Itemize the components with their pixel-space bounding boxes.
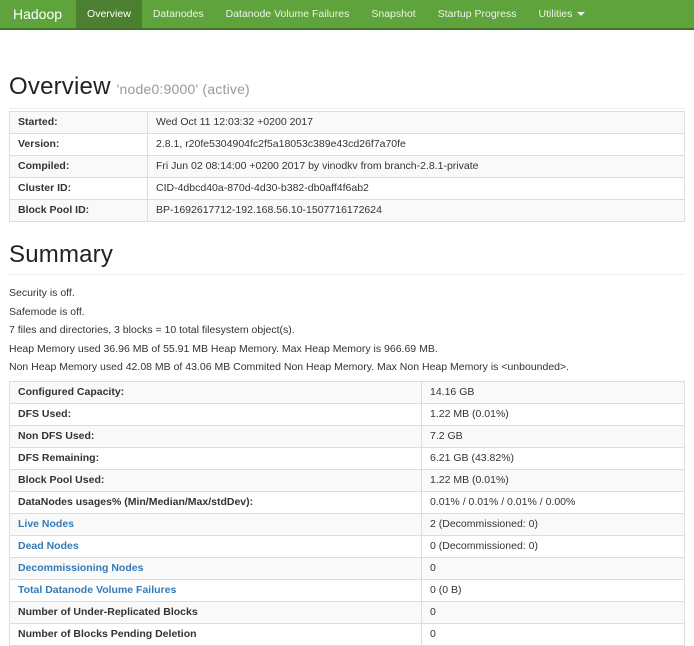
table-row: Number of Under-Replicated Blocks0 (10, 601, 685, 623)
overview-heading: Overview 'node0:9000' (active) (9, 74, 685, 102)
tab-datanodes[interactable]: Datanodes (142, 0, 215, 28)
summary-paragraph: Safemode is off. (9, 307, 685, 319)
table-row: Block Pool Used:1.22 MB (0.01%) (10, 469, 685, 491)
live-nodes-link[interactable]: Live Nodes (18, 518, 74, 530)
table-row: Started:Wed Oct 11 12:03:32 +0200 2017 (10, 112, 685, 134)
row-label: DFS Remaining: (10, 447, 422, 469)
table-row: Decommissioning Nodes 0 (10, 557, 685, 579)
tab-datanode-volume-failures[interactable]: Datanode Volume Failures (215, 0, 361, 28)
row-label: Dead Nodes (10, 535, 422, 557)
row-label: Block Pool Used: (10, 469, 422, 491)
row-value: 2 (Decommissioned: 0) (422, 513, 685, 535)
divider (9, 108, 685, 109)
table-row: DFS Used:1.22 MB (0.01%) (10, 403, 685, 425)
page-title: Overview (9, 73, 111, 100)
row-label: Configured Capacity: (10, 381, 422, 403)
summary-table: Configured Capacity:14.16 GBDFS Used:1.2… (9, 381, 685, 646)
namenode-address-label: 'node0:9000' (active) (117, 81, 250, 97)
table-row: Version:2.8.1, r20fe5304904fc2f5a18053c3… (10, 134, 685, 156)
chevron-down-icon (577, 12, 585, 16)
table-row: Live Nodes 2 (Decommissioned: 0) (10, 513, 685, 535)
summary-paragraph: Non Heap Memory used 42.08 MB of 43.06 M… (9, 362, 685, 374)
row-label: Total Datanode Volume Failures (10, 579, 422, 601)
row-label: Compiled: (10, 156, 148, 178)
table-row: Block Pool ID:BP-1692617712-192.168.56.1… (10, 200, 685, 222)
row-label: Cluster ID: (10, 178, 148, 200)
navbar: Hadoop Overview Datanodes Datanode Volume … (0, 0, 694, 30)
row-label: Decommissioning Nodes (10, 557, 422, 579)
table-row: Configured Capacity:14.16 GB (10, 381, 685, 403)
navbar-tabs: Overview Datanodes Datanode Volume Failure… (76, 0, 596, 28)
tab-label: Snapshot (371, 8, 415, 20)
row-value: 6.21 GB (43.82%) (422, 447, 685, 469)
row-value: BP-1692617712-192.168.56.10-150771617262… (148, 200, 685, 222)
tab-overview[interactable]: Overview (76, 0, 142, 28)
row-value: 2.8.1, r20fe5304904fc2f5a18053c389e43cd2… (148, 134, 685, 156)
row-label: Started: (10, 112, 148, 134)
table-row: Dead Nodes 0 (Decommissioned: 0) (10, 535, 685, 557)
summary-status-text: Security is off. Safemode is off. 7 files … (9, 288, 685, 374)
tab-utilities[interactable]: Utilities (528, 0, 597, 28)
row-label: DataNodes usages% (Min/Median/Max/stdDev… (10, 491, 422, 513)
divider (9, 274, 685, 275)
main-content: Overview 'node0:9000' (active) Started:We… (0, 74, 694, 646)
tab-label: Overview (87, 8, 131, 20)
table-row: DataNodes usages% (Min/Median/Max/stdDev… (10, 491, 685, 513)
summary-paragraph: 7 files and directories, 3 blocks = 10 t… (9, 325, 685, 337)
row-value: CID-4dbcd40a-870d-4d30-b382-db0aff4f6ab2 (148, 178, 685, 200)
hadoop-brand[interactable]: Hadoop (0, 0, 76, 28)
table-row: Cluster ID:CID-4dbcd40a-870d-4d30-b382-d… (10, 178, 685, 200)
row-label: Number of Blocks Pending Deletion (10, 623, 422, 645)
row-value: 1.22 MB (0.01%) (422, 469, 685, 491)
decommissioning-nodes-link[interactable]: Decommissioning Nodes (18, 562, 143, 574)
row-label: Block Pool ID: (10, 200, 148, 222)
tab-label: Utilities (539, 8, 573, 20)
row-value: 0 (422, 601, 685, 623)
tab-label: Datanode Volume Failures (226, 8, 350, 20)
row-value: 0 (422, 557, 685, 579)
row-value: Fri Jun 02 08:14:00 +0200 2017 by vinodk… (148, 156, 685, 178)
row-value: 14.16 GB (422, 381, 685, 403)
row-value: Wed Oct 11 12:03:32 +0200 2017 (148, 112, 685, 134)
summary-paragraph: Security is off. (9, 288, 685, 300)
row-value: 0.01% / 0.01% / 0.01% / 0.00% (422, 491, 685, 513)
row-label: Live Nodes (10, 513, 422, 535)
row-value: 0 (422, 623, 685, 645)
row-value: 1.22 MB (0.01%) (422, 403, 685, 425)
row-label: Version: (10, 134, 148, 156)
row-label: Number of Under-Replicated Blocks (10, 601, 422, 623)
tab-label: Startup Progress (438, 8, 517, 20)
table-row: Compiled:Fri Jun 02 08:14:00 +0200 2017 … (10, 156, 685, 178)
row-value: 0 (Decommissioned: 0) (422, 535, 685, 557)
total-datanode-volume-failures-link[interactable]: Total Datanode Volume Failures (18, 584, 176, 596)
row-value: 0 (0 B) (422, 579, 685, 601)
summary-paragraph: Heap Memory used 36.96 MB of 55.91 MB He… (9, 344, 685, 356)
tab-label: Datanodes (153, 8, 204, 20)
table-row: DFS Remaining:6.21 GB (43.82%) (10, 447, 685, 469)
summary-heading: Summary (9, 242, 685, 268)
row-value: 7.2 GB (422, 425, 685, 447)
table-row: Total Datanode Volume Failures 0 (0 B) (10, 579, 685, 601)
dead-nodes-link[interactable]: Dead Nodes (18, 540, 79, 552)
row-label: Non DFS Used: (10, 425, 422, 447)
row-label: DFS Used: (10, 403, 422, 425)
table-row: Number of Blocks Pending Deletion0 (10, 623, 685, 645)
table-row: Non DFS Used:7.2 GB (10, 425, 685, 447)
overview-info-table: Started:Wed Oct 11 12:03:32 +0200 2017Ve… (9, 111, 685, 222)
tab-startup-progress[interactable]: Startup Progress (427, 0, 528, 28)
tab-snapshot[interactable]: Snapshot (360, 0, 426, 28)
